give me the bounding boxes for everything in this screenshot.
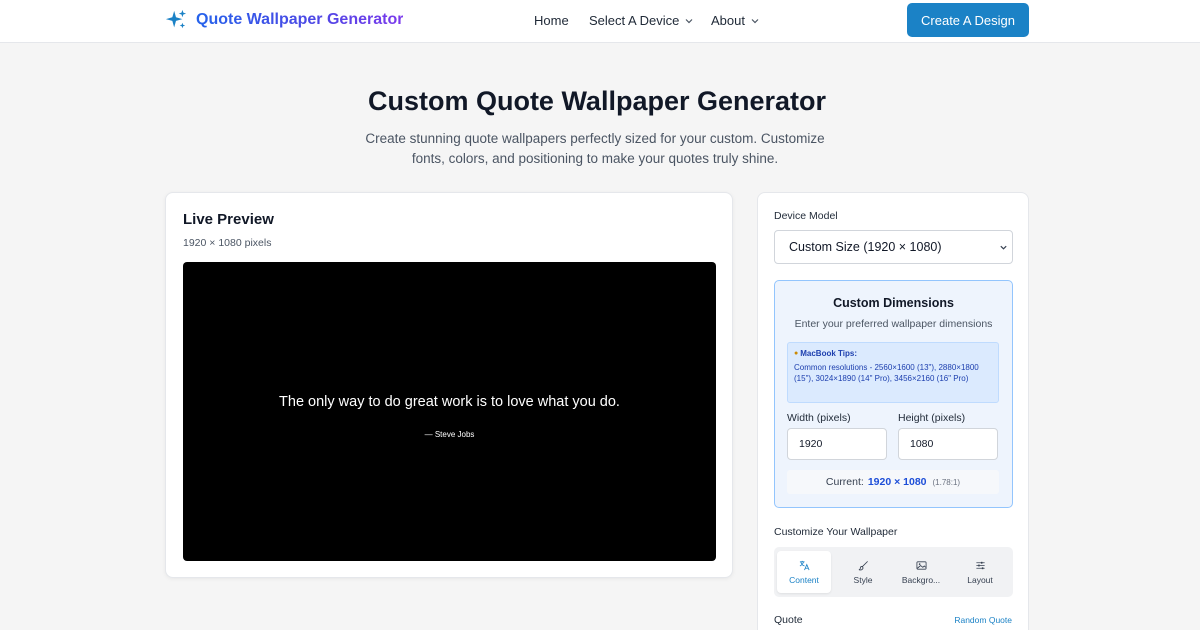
translate-icon: [799, 560, 809, 570]
settings-panel: Device Model Custom Size (1920 × 1080) C…: [757, 192, 1029, 630]
macbook-tips-body: Common resolutions - 2560×1600 (13"), 28…: [794, 363, 979, 383]
device-model-label: Device Model: [774, 210, 838, 222]
current-label: Current:: [825, 476, 864, 488]
nav-home-label: Home: [534, 13, 569, 28]
page-title: Custom Quote Wallpaper Generator: [367, 86, 827, 116]
nav-about-label: About: [711, 13, 745, 28]
custom-dimensions-title: Custom Dimensions: [833, 296, 954, 310]
preview-title: Live Preview: [183, 211, 274, 228]
tab-style[interactable]: Style: [836, 551, 890, 593]
height-input[interactable]: 1080: [898, 428, 998, 460]
tab-style-label: Style: [853, 574, 873, 585]
top-navbar: Quote Wallpaper Generator Home Select A …: [0, 0, 1200, 43]
quote-label: Quote: [774, 614, 803, 626]
device-model-value: Custom Size (1920 × 1080): [789, 240, 942, 254]
preview-quote-text: The only way to do great work is to love…: [279, 394, 620, 410]
random-quote-link[interactable]: Random Quote: [954, 615, 1012, 625]
sparkles-icon: [165, 9, 187, 29]
chevron-down-icon: [1000, 245, 1007, 250]
image-icon: [916, 560, 926, 570]
customize-tabs: Content Style Backgro... Layout: [774, 547, 1013, 597]
custom-dimensions-box: Custom Dimensions Enter your preferred w…: [774, 280, 1013, 508]
live-preview-card: Live Preview 1920 × 1080 pixels The only…: [165, 192, 733, 578]
height-label: Height (pixels): [898, 412, 966, 424]
macbook-tips: ● MacBook Tips: Common resolutions - 256…: [787, 342, 999, 403]
tab-layout[interactable]: Layout: [953, 551, 1007, 593]
brand-name: Quote Wallpaper Generator: [196, 9, 403, 31]
lightbulb-icon: ●: [794, 350, 799, 357]
width-input[interactable]: 1920: [787, 428, 887, 460]
customize-label: Customize Your Wallpaper: [774, 526, 898, 538]
brush-icon: [858, 560, 868, 570]
brand-logo-link[interactable]: Quote Wallpaper Generator: [165, 9, 403, 31]
device-model-select[interactable]: Custom Size (1920 × 1080): [774, 230, 1013, 264]
macbook-tips-title: MacBook Tips:: [800, 349, 857, 358]
chevron-down-icon: [685, 19, 693, 24]
tab-background[interactable]: Backgro...: [894, 551, 948, 593]
nav-home[interactable]: Home: [534, 13, 569, 28]
preview-dimensions: 1920 × 1080 pixels: [183, 237, 272, 249]
nav-about[interactable]: About: [711, 13, 760, 28]
preview-quote-author: — Steve Jobs: [424, 430, 475, 439]
page-subtitle: Create stunning quote wallpapers perfect…: [365, 131, 825, 166]
current-resolution: 1920 × 1080: [867, 476, 927, 488]
width-label: Width (pixels): [787, 412, 851, 424]
nav-select-device-label: Select A Device: [589, 13, 680, 28]
current-aspect-ratio: (1.78:1): [932, 477, 961, 487]
chevron-down-icon: [751, 19, 759, 24]
macbook-tips-heading: ● MacBook Tips:: [794, 349, 992, 359]
sliders-icon: [975, 561, 985, 569]
create-design-button[interactable]: Create A Design: [907, 3, 1029, 37]
tab-layout-label: Layout: [967, 574, 993, 585]
nav-select-device[interactable]: Select A Device: [589, 13, 694, 28]
tab-background-label: Backgro...: [901, 574, 941, 585]
custom-dimensions-subtitle: Enter your preferred wallpaper dimension…: [794, 318, 993, 330]
tab-content-label: Content: [789, 574, 819, 585]
wallpaper-preview-canvas: The only way to do great work is to love…: [183, 262, 716, 561]
tab-content[interactable]: Content: [777, 551, 831, 593]
current-dimensions: Current: 1920 × 1080 (1.78:1): [787, 470, 999, 494]
